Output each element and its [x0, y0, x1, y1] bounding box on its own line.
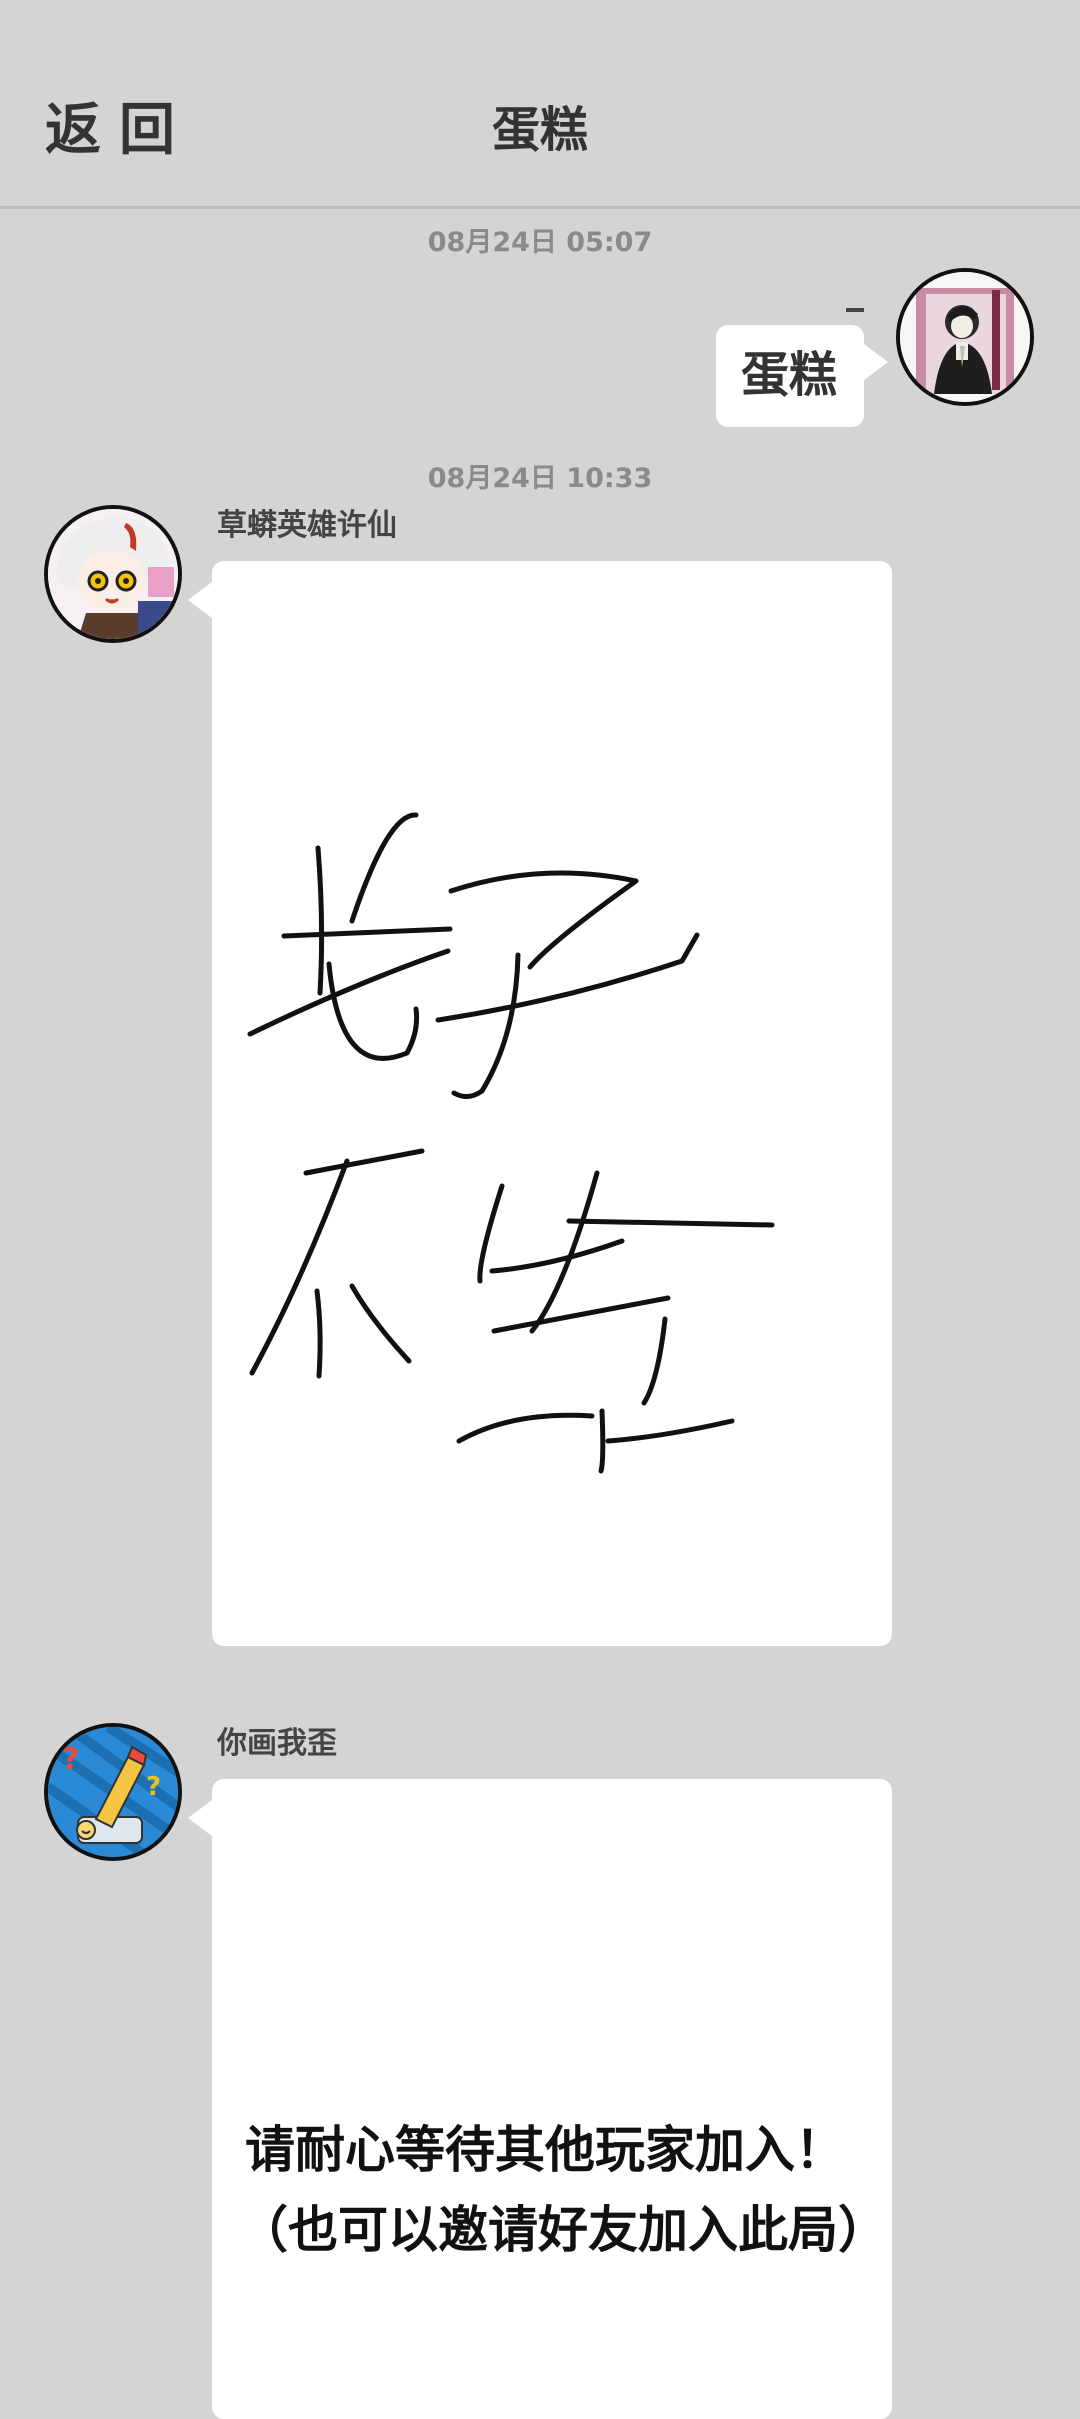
user-avatar-illustration-icon [900, 272, 1030, 402]
self-avatar[interactable] [896, 268, 1034, 406]
svg-text:?: ? [146, 1772, 161, 1802]
message-marker [846, 308, 864, 312]
system-message-bubble[interactable] [212, 1779, 892, 2419]
svg-text:?: ? [62, 1742, 79, 1777]
pencil-game-logo-icon: ? ? [48, 1727, 178, 1857]
bubble-tail [864, 344, 888, 380]
bubble-tail [188, 1800, 212, 1836]
sender-name: 草蟒英雄许仙 [217, 508, 397, 543]
waiting-message-line: 请耐心等待其他玩家加入！ [245, 2121, 845, 2179]
anime-character-avatar-icon [48, 509, 178, 639]
sender-avatar[interactable]: ? ? [44, 1723, 182, 1861]
bubble-tail [188, 582, 212, 618]
timestamp: 08月24日 05:07 [427, 227, 653, 258]
timestamp: 08月24日 10:33 [427, 463, 653, 494]
invite-hint-line: （也可以邀请好友加入此局） [238, 2201, 888, 2259]
handwritten-drawing [247, 812, 775, 1474]
outgoing-message-bubble[interactable]: 蛋糕 [716, 325, 864, 427]
top-nav-bar: 返回 蛋糕 [0, 0, 1080, 209]
sender-avatar[interactable] [44, 505, 182, 643]
chat-title: 蛋糕 [491, 102, 588, 158]
message-text: 蛋糕 [741, 347, 838, 403]
sender-name: 你画我歪 [217, 1726, 337, 1761]
drawing-message-bubble[interactable] [212, 561, 892, 1646]
